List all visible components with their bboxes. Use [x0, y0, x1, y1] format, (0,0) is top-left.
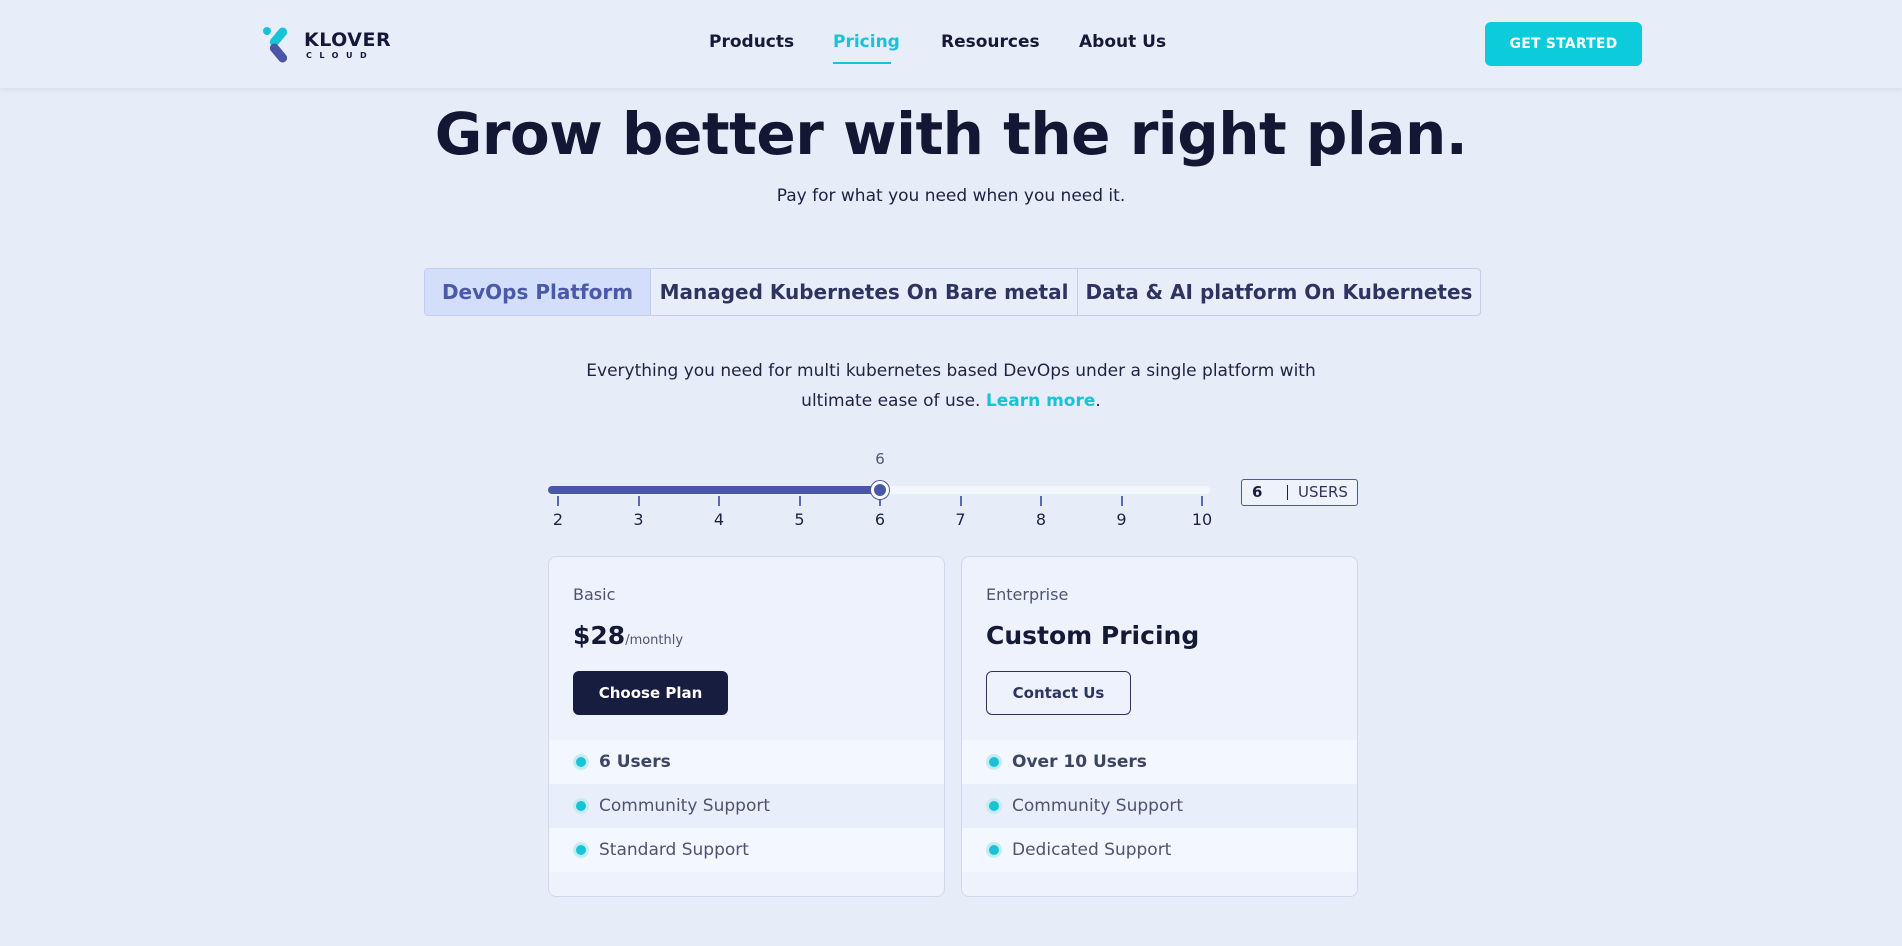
site-header: KLOVER CLOUD Products Pricing Resources … — [0, 0, 1902, 88]
bullet-dot-icon — [573, 842, 589, 858]
slider-fill — [548, 486, 880, 494]
slider-tick — [1120, 496, 1123, 506]
feature-item: Standard Support — [549, 828, 944, 872]
feature-item: Over 10 Users — [962, 740, 1357, 784]
feature-label: Community Support — [599, 796, 770, 816]
logo-subtext: CLOUD — [306, 51, 375, 60]
product-tabs: DevOps Platform Managed Kubernetes On Ba… — [424, 268, 1481, 316]
users-count-box: 6 USERS — [1241, 479, 1358, 506]
plan-name: Enterprise — [986, 585, 1069, 604]
plan-name: Basic — [573, 585, 616, 604]
slider-tick-label: 3 — [633, 510, 644, 529]
plan-card-enterprise: Enterprise Custom Pricing Contact Us Ove… — [961, 556, 1358, 897]
plan-features: 6 Users Community Support Standard Suppo… — [549, 740, 944, 872]
feature-label: Community Support — [1012, 796, 1183, 816]
feature-item: Dedicated Support — [962, 828, 1357, 872]
plan-card-basic: Basic $28/monthly Choose Plan 6 Users Co… — [548, 556, 945, 897]
plan-description: Everything you need for multi kubernetes… — [0, 356, 1902, 416]
users-count-input[interactable]: 6 — [1252, 480, 1286, 505]
slider-tick — [557, 496, 559, 506]
nav-about-us[interactable]: About Us — [1079, 32, 1166, 52]
bullet-dot-icon — [573, 798, 589, 814]
choose-plan-button[interactable]: Choose Plan — [573, 671, 728, 715]
description-line-2-wrap: ultimate ease of use. Learn more. — [0, 386, 1902, 416]
tab-managed-kubernetes[interactable]: Managed Kubernetes On Bare metal — [651, 269, 1078, 315]
klover-logo-icon — [263, 27, 288, 63]
slider-value-bubble: 6 — [875, 450, 885, 468]
plan-features: Over 10 Users Community Support Dedicate… — [962, 740, 1357, 872]
contact-us-button[interactable]: Contact Us — [986, 671, 1131, 715]
slider-tick-label: 4 — [713, 510, 725, 529]
nav-products[interactable]: Products — [709, 32, 794, 52]
feature-item: Community Support — [549, 784, 944, 828]
description-line-1: Everything you need for multi kubernetes… — [586, 361, 1316, 381]
plan-price: $28/monthly — [573, 621, 683, 650]
slider-tick-label: 10 — [1191, 510, 1213, 529]
tab-devops-platform[interactable]: DevOps Platform — [425, 269, 651, 315]
plan-price-period: /monthly — [625, 633, 684, 648]
page-title: Grow better with the right plan. — [434, 100, 1468, 168]
bullet-dot-icon — [986, 842, 1002, 858]
learn-more-link[interactable]: Learn more — [986, 391, 1096, 411]
slider-tick-label: 9 — [1116, 510, 1127, 529]
slider-tick — [637, 496, 640, 506]
slider-tick — [1040, 496, 1042, 506]
slider-tick — [959, 496, 962, 506]
slider-tick — [1201, 496, 1203, 506]
description-period: . — [1095, 391, 1101, 411]
slider-tick-label: 7 — [955, 510, 966, 529]
slider-tick — [718, 496, 720, 506]
feature-label: Over 10 Users — [1012, 752, 1147, 772]
description-line-2: ultimate ease of use. — [801, 391, 981, 411]
slider-tick-label: 2 — [552, 510, 564, 529]
plan-price: Custom Pricing — [986, 621, 1200, 650]
klover-cloud-logo[interactable]: KLOVER CLOUD — [262, 24, 391, 66]
slider-tick-label: 6 — [874, 510, 886, 529]
slider-thumb[interactable] — [871, 481, 889, 499]
feature-item: 6 Users — [549, 740, 944, 784]
plan-price-amount: $28 — [573, 621, 626, 650]
bullet-dot-icon — [986, 798, 1002, 814]
nav-active-underline — [833, 62, 891, 64]
slider-tick-label: 8 — [1035, 510, 1047, 529]
slider-tick-label: 5 — [794, 510, 805, 529]
slider-tick — [798, 496, 801, 506]
input-caret — [1287, 485, 1288, 500]
nav-resources[interactable]: Resources — [941, 32, 1040, 52]
bullet-dot-icon — [573, 754, 589, 770]
logo-wordmark: KLOVER — [304, 29, 392, 51]
feature-label: Standard Support — [599, 840, 749, 860]
bullet-dot-icon — [986, 754, 1002, 770]
nav-pricing[interactable]: Pricing — [833, 32, 900, 52]
page-subtitle: Pay for what you need when you need it. — [776, 186, 1126, 206]
users-unit-label: USERS — [1298, 483, 1348, 501]
feature-label: Dedicated Support — [1012, 840, 1172, 860]
tab-data-ai-platform[interactable]: Data & AI platform On Kubernetes — [1078, 269, 1480, 315]
get-started-button[interactable]: GET STARTED — [1485, 22, 1642, 66]
users-slider[interactable]: 6 2 3 4 5 6 7 8 9 10 — [548, 450, 1212, 540]
feature-label: 6 Users — [599, 752, 671, 772]
feature-item: Community Support — [962, 784, 1357, 828]
